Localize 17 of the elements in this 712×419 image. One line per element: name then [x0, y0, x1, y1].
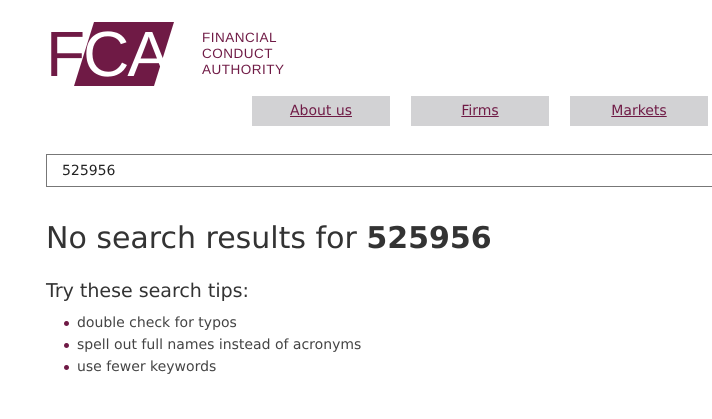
tip-text: double check for typos — [77, 315, 237, 331]
nav-link[interactable]: About us — [252, 96, 390, 126]
results-heading: No search results for 525956 — [46, 221, 493, 256]
search-field[interactable]: 525956 — [46, 154, 712, 187]
bullet-icon — [64, 320, 69, 326]
tips-heading: Try these search tips: — [46, 280, 250, 302]
bullet-icon — [64, 364, 69, 370]
logo-letter: C — [83, 22, 128, 86]
tip-text: use fewer keywords — [77, 359, 216, 375]
logo-name-line: FINANCIAL — [202, 30, 278, 46]
logo-name-line: AUTHORITY — [202, 62, 285, 78]
logo-letter: F — [46, 22, 84, 86]
nav-link[interactable]: Markets — [570, 96, 708, 126]
bullet-icon — [64, 342, 69, 348]
nav-link[interactable]: Firms — [411, 96, 549, 126]
logo-name-line: CONDUCT — [202, 46, 274, 62]
tip-text: spell out full names instead of acronyms — [77, 337, 362, 353]
